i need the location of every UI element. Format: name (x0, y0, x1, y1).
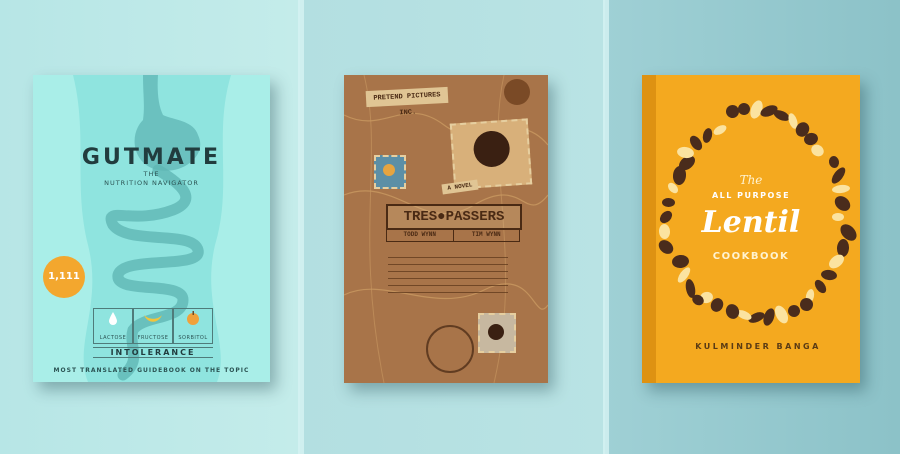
lentil-bean (828, 155, 841, 170)
intolerance-icons: LACTOSE FRUCTOSE SORBITOL (93, 308, 213, 344)
title-all-purpose: ALL PURPOSE (711, 191, 791, 200)
book-cover-showcase: GUTMATE THE NUTRITION NAVIGATOR 1,111 LA… (0, 0, 900, 454)
drop-icon (109, 312, 117, 325)
apple-icon (187, 311, 199, 325)
label-fructose: FRUCTOSE (137, 335, 169, 341)
label-sorbitol: SORBITOL (178, 335, 208, 341)
book-title: GUTMATE (81, 145, 222, 170)
author-2: TIM WYNN (452, 229, 520, 241)
book-author: KULMINDER BANGA (695, 342, 821, 351)
postage-stamp-bottom (478, 313, 516, 353)
author-names: TODD WYNN TIM WYNN (386, 229, 520, 242)
author-1: TODD WYNN (403, 231, 436, 238)
postage-stamp-small (374, 155, 406, 189)
lentil-bean (701, 127, 714, 144)
label-lactose: LACTOSE (99, 335, 127, 341)
lentil-bean (684, 278, 697, 299)
book-subtitle: NUTRITION NAVIGATOR (104, 179, 199, 187)
handwritten-notes (388, 251, 508, 299)
postmark (426, 325, 474, 373)
book-cover-trespassers: PRETEND PICTURES INC. A NOVEL TRES●PASSE… (344, 75, 548, 383)
lentil-bean (812, 277, 829, 296)
book-kicker: THE (143, 170, 160, 178)
banana-icon (144, 315, 162, 322)
award-seal: 1,111 (43, 256, 85, 298)
lentil-bean (820, 268, 838, 281)
sorbitol-cell: SORBITOL (173, 308, 213, 344)
title-cookbook: COOKBOOK (712, 251, 790, 262)
book-cover-gutmate: GUTMATE THE NUTRITION NAVIGATOR 1,111 LA… (33, 75, 270, 382)
lentil-bean (724, 301, 742, 321)
panel-divider (298, 0, 304, 454)
book-cover-lentil-cookbook: The ALL PURPOSE Lentil COOKBOOK KULMINDE… (642, 75, 860, 383)
title-lentil: Lentil (701, 205, 801, 240)
title-the: The (739, 173, 763, 187)
book-tagline: MOST TRANSLATED GUIDEBOOK ON THE TOPIC (53, 367, 250, 374)
fructose-cell: FRUCTOSE (133, 308, 173, 344)
panel-divider (603, 0, 609, 454)
book-title: TRES●PASSERS (386, 204, 522, 230)
lentil-bean (711, 122, 728, 137)
category-label: INTOLERANCE (93, 347, 213, 358)
lactose-cell: LACTOSE (93, 308, 133, 344)
coffee-stain (504, 79, 530, 105)
postage-stamp-large (449, 118, 533, 190)
